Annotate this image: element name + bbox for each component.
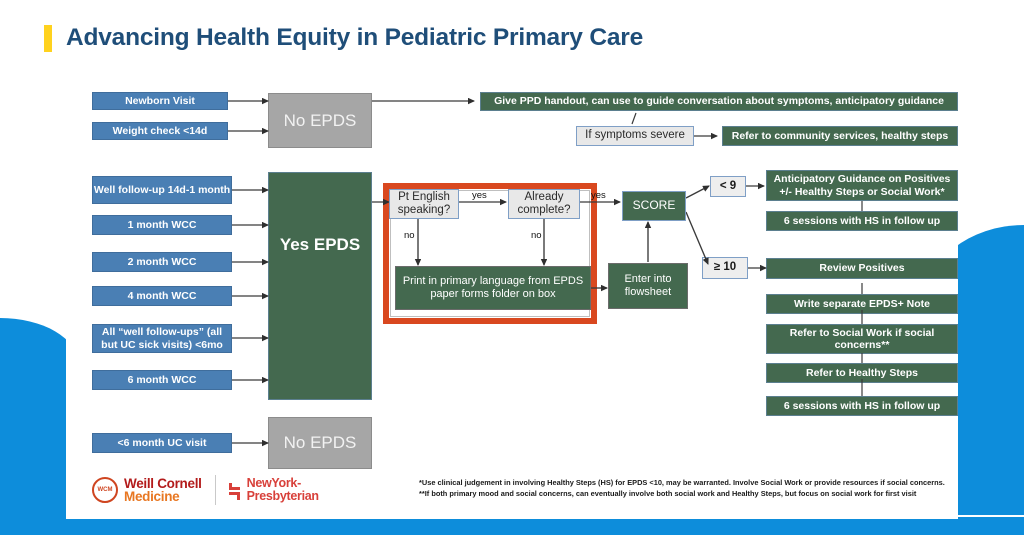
visit-trigger-weight-check[interactable]: Weight check <14d bbox=[92, 122, 228, 140]
action-refer-healthy-steps[interactable]: Refer to Healthy Steps bbox=[766, 363, 958, 383]
edge-label-no-1: no bbox=[404, 230, 415, 241]
visit-trigger-label: 2 month WCC bbox=[127, 255, 197, 268]
weill-cornell-medicine-logo: WCM Weill Cornell Medicine bbox=[92, 475, 202, 504]
visit-trigger-label: All “well follow-ups” (all but UC sick v… bbox=[101, 326, 223, 351]
question-label: Pt English speaking? bbox=[397, 190, 451, 216]
score-branch-label: < 9 bbox=[719, 179, 737, 192]
action-anticipatory-guidance-positives[interactable]: Anticipatory Guidance on Positives +/- H… bbox=[766, 170, 958, 201]
visit-trigger-label: Well follow-up 14d-1 month bbox=[93, 183, 231, 196]
slide-canvas: Advancing Health Equity in Pediatric Pri… bbox=[0, 0, 1024, 535]
action-label: Refer to Healthy Steps bbox=[805, 366, 919, 379]
visit-trigger-2-month-wcc[interactable]: 2 month WCC bbox=[92, 252, 232, 272]
action-give-ppd-handout[interactable]: Give PPD handout, can use to guide conve… bbox=[480, 92, 958, 111]
nyp-bracket-icon bbox=[228, 477, 243, 503]
cornell-seal-icon: WCM bbox=[92, 477, 118, 503]
footnote-double-asterisk: **If both primary mood and social concer… bbox=[419, 489, 917, 499]
action-refer-social-work[interactable]: Refer to Social Work if social concerns*… bbox=[766, 324, 958, 354]
decision-label: No EPDS bbox=[283, 433, 357, 453]
node-score[interactable]: SCORE bbox=[622, 191, 686, 221]
visit-trigger-label: Weight check <14d bbox=[112, 124, 208, 137]
visit-trigger-all-well-followups[interactable]: All “well follow-ups” (all but UC sick v… bbox=[92, 324, 232, 353]
wcm-line-1: Weill Cornell bbox=[124, 475, 202, 491]
action-label: Refer to community services, healthy ste… bbox=[731, 129, 949, 142]
action-label: 6 sessions with HS in follow up bbox=[783, 214, 941, 227]
action-label: Print in primary language from EPDS pape… bbox=[402, 275, 584, 300]
wcm-line-2: Medicine bbox=[124, 489, 180, 504]
question-label: Already complete? bbox=[517, 190, 571, 216]
logo-divider bbox=[214, 475, 216, 505]
action-label: Enter into flowsheet bbox=[624, 273, 672, 298]
score-branch-low[interactable]: < 9 bbox=[710, 176, 746, 197]
footnotes: *Use clinical judgement in involving Hea… bbox=[419, 477, 964, 500]
nyp-line-2: Presbyterian bbox=[246, 489, 319, 503]
visit-trigger-label: 4 month WCC bbox=[127, 289, 197, 302]
visit-trigger-well-followup-14d-1mo[interactable]: Well follow-up 14d-1 month bbox=[92, 176, 232, 204]
action-refer-community-services[interactable]: Refer to community services, healthy ste… bbox=[722, 126, 958, 146]
score-label: SCORE bbox=[632, 198, 676, 213]
cornell-seal-text: WCM bbox=[97, 487, 113, 493]
decision-no-epds-top[interactable]: No EPDS bbox=[268, 93, 372, 148]
visit-trigger-label: 1 month WCC bbox=[127, 218, 197, 231]
edge-label-no-2: no bbox=[531, 230, 542, 241]
wcm-wordmark: Weill Cornell Medicine bbox=[124, 475, 202, 504]
question-already-complete[interactable]: Already complete? bbox=[508, 189, 580, 219]
edge-label-yes-1: yes bbox=[472, 190, 487, 201]
nyp-wordmark: NewYork- Presbyterian bbox=[247, 477, 319, 503]
action-label: Review Positives bbox=[819, 262, 905, 275]
question-pt-english-speaking[interactable]: Pt English speaking? bbox=[389, 189, 459, 219]
action-6-sessions-hs-low[interactable]: 6 sessions with HS in follow up bbox=[766, 211, 958, 231]
title-text: Advancing Health Equity in Pediatric Pri… bbox=[66, 24, 644, 51]
action-review-positives[interactable]: Review Positives bbox=[766, 258, 958, 279]
action-label: Give PPD handout, can use to guide conve… bbox=[494, 95, 944, 108]
visit-trigger-label: <6 month UC visit bbox=[117, 436, 207, 449]
action-print-primary-language-forms[interactable]: Print in primary language from EPDS pape… bbox=[395, 266, 591, 310]
visit-trigger-4-month-wcc[interactable]: 4 month WCC bbox=[92, 286, 232, 306]
newyork-presbyterian-logo: NewYork- Presbyterian bbox=[228, 477, 319, 503]
action-enter-into-flowsheet[interactable]: Enter into flowsheet bbox=[608, 263, 688, 309]
title-accent-bar bbox=[44, 25, 52, 52]
edge-label-yes-2: yes bbox=[591, 190, 606, 201]
visit-trigger-newborn-visit[interactable]: Newborn Visit bbox=[92, 92, 228, 110]
condition-label: If symptoms severe bbox=[585, 129, 685, 142]
decision-yes-epds[interactable]: Yes EPDS bbox=[268, 172, 372, 400]
decision-label: Yes EPDS bbox=[279, 235, 361, 254]
decision-no-epds-bottom[interactable]: No EPDS bbox=[268, 417, 372, 469]
score-branch-label: ≥ 10 bbox=[713, 261, 737, 274]
condition-if-symptoms-severe[interactable]: If symptoms severe bbox=[576, 126, 694, 146]
logo-group: WCM Weill Cornell Medicine NewYork- Pres… bbox=[92, 475, 319, 505]
decision-label: No EPDS bbox=[283, 110, 357, 130]
action-label: Refer to Social Work if social concerns*… bbox=[789, 326, 935, 351]
action-write-epds-note[interactable]: Write separate EPDS+ Note bbox=[766, 294, 958, 314]
action-label: 6 sessions with HS in follow up bbox=[783, 399, 941, 412]
footnote-single-asterisk: *Use clinical judgement in involving Hea… bbox=[419, 478, 945, 487]
visit-trigger-1-month-wcc[interactable]: 1 month WCC bbox=[92, 215, 232, 235]
score-branch-high[interactable]: ≥ 10 bbox=[702, 257, 748, 279]
action-label: Anticipatory Guidance on Positives +/- H… bbox=[773, 173, 951, 198]
visit-trigger-uc-visit-under-6mo[interactable]: <6 month UC visit bbox=[92, 433, 232, 453]
visit-trigger-label: 6 month WCC bbox=[127, 373, 197, 386]
action-6-sessions-hs-high[interactable]: 6 sessions with HS in follow up bbox=[766, 396, 958, 416]
decorative-bottom-bar bbox=[0, 517, 1024, 535]
page-title: Advancing Health Equity in Pediatric Pri… bbox=[44, 24, 644, 52]
visit-trigger-6-month-wcc[interactable]: 6 month WCC bbox=[92, 370, 232, 390]
action-label: Write separate EPDS+ Note bbox=[793, 297, 931, 310]
visit-trigger-label: Newborn Visit bbox=[125, 94, 195, 107]
